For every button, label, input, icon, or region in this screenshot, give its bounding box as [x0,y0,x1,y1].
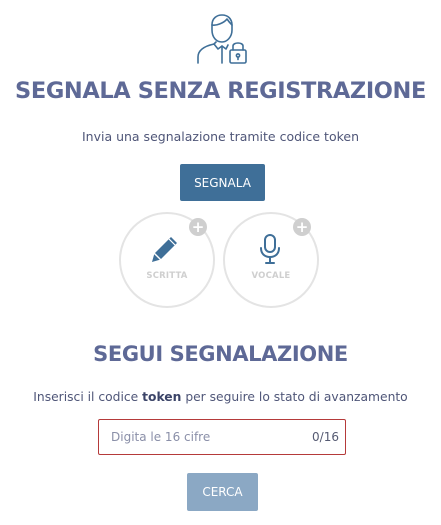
plus-icon[interactable]: + [189,218,207,236]
plus-icon[interactable]: + [293,218,311,236]
subtitle-text: Inserisci il codice [33,390,143,404]
follow-report-subtitle: Inserisci il codice token per seguire lo… [0,390,441,404]
follow-report-title: SEGUI SEGNALAZIONE [93,342,348,366]
character-counter: 0/16 [312,430,339,444]
anonymous-report-subtitle: Invia una segnalazione tramite codice to… [81,129,360,144]
token-field: 0/16 [98,419,346,455]
voice-report-label: VOCALE [251,271,291,281]
microphone-icon [260,234,280,264]
anonymous-report-title: SEGNALA SENZA REGISTRAZIONE [15,78,426,104]
written-report-label: SCRITTA [146,271,188,281]
cerca-button[interactable]: CERCA [187,473,258,511]
subtitle-token-word: token [142,390,182,404]
subtitle-text: per seguire lo stato di avanzamento [181,390,408,404]
token-input[interactable] [111,420,301,454]
user-lock-icon [197,14,247,64]
pencil-icon [152,237,177,262]
segnala-button[interactable]: SEGNALA [180,164,265,201]
